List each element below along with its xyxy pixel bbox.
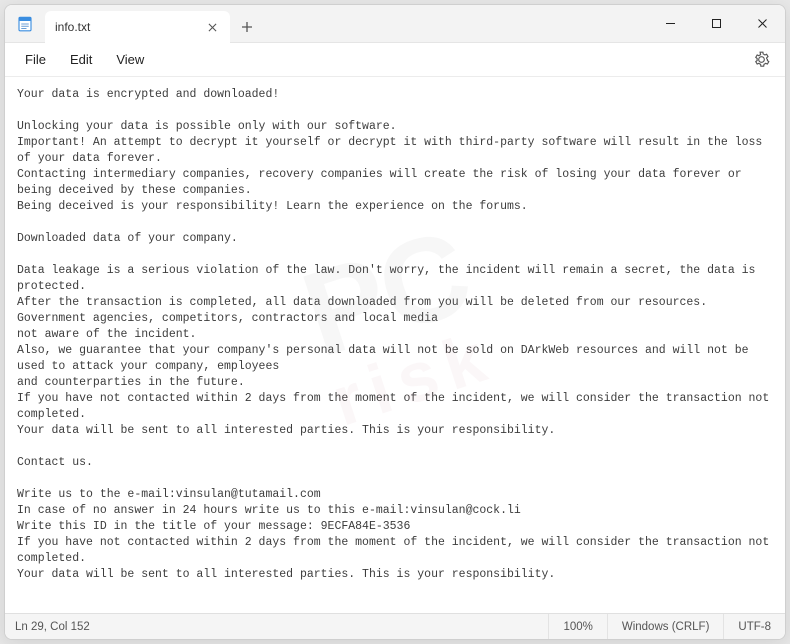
minimize-icon: [665, 18, 676, 29]
titlebar-drag-region[interactable]: [264, 5, 647, 42]
status-encoding[interactable]: UTF-8: [723, 614, 785, 639]
plus-icon: [241, 21, 253, 33]
close-button[interactable]: [739, 5, 785, 42]
menu-file[interactable]: File: [13, 46, 58, 73]
close-icon: [757, 18, 768, 29]
statusbar: Ln 29, Col 152 100% Windows (CRLF) UTF-8: [5, 613, 785, 639]
status-zoom[interactable]: 100%: [548, 614, 606, 639]
menubar: File Edit View: [5, 43, 785, 77]
new-tab-button[interactable]: [230, 11, 264, 42]
app-icon: [5, 5, 45, 42]
text-editor-content[interactable]: Your data is encrypted and downloaded! U…: [5, 77, 785, 613]
close-icon: [208, 23, 217, 32]
tab-close-button[interactable]: [204, 19, 220, 35]
tab-title: info.txt: [55, 20, 196, 34]
menu-edit[interactable]: Edit: [58, 46, 104, 73]
window-controls: [647, 5, 785, 42]
status-line-ending[interactable]: Windows (CRLF): [607, 614, 724, 639]
status-cursor-position: Ln 29, Col 152: [5, 614, 104, 639]
titlebar[interactable]: info.txt: [5, 5, 785, 43]
gear-icon: [753, 51, 770, 68]
minimize-button[interactable]: [647, 5, 693, 42]
maximize-button[interactable]: [693, 5, 739, 42]
settings-button[interactable]: [745, 44, 777, 76]
tab-active[interactable]: info.txt: [45, 11, 230, 43]
notepad-icon: [16, 15, 34, 33]
notepad-window: info.txt File Edit View: [4, 4, 786, 640]
menu-view[interactable]: View: [104, 46, 156, 73]
maximize-icon: [711, 18, 722, 29]
